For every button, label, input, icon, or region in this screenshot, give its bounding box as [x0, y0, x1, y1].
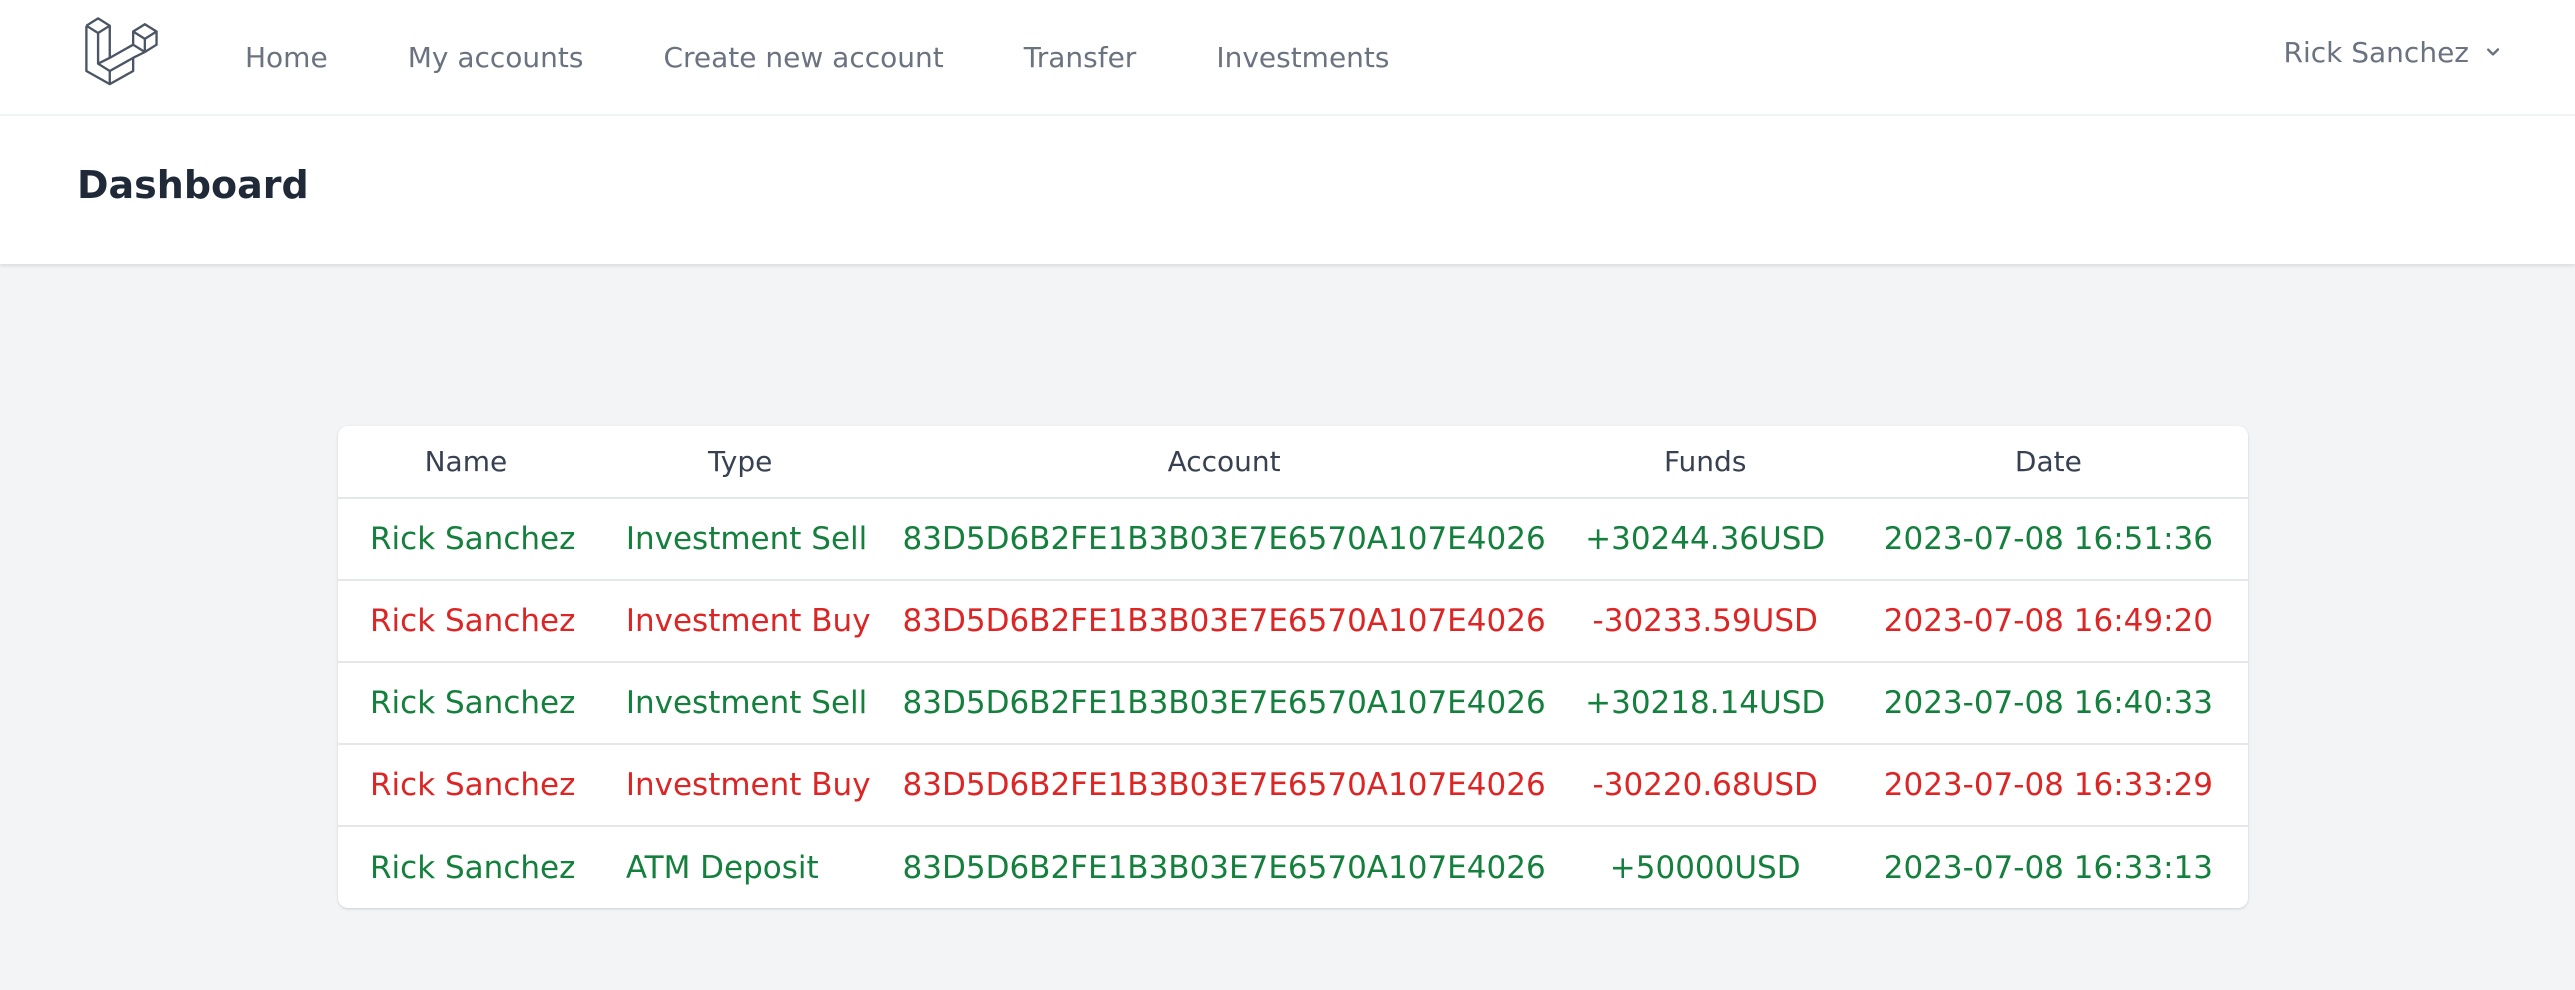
cell-funds: +30244.36USD — [1585, 521, 1826, 557]
table-row: Rick Sanchez Investment Buy 83D5D6B2FE1B… — [338, 580, 2248, 662]
cell-name: Rick Sanchez — [370, 685, 576, 721]
cell-name: Rick Sanchez — [370, 849, 576, 886]
nav-link-transfer[interactable]: Transfer — [1024, 44, 1137, 72]
nav-link-create-new-account[interactable]: Create new account — [663, 44, 943, 72]
transactions-card: Name Type Account Funds Date Rick Sanche… — [338, 426, 2248, 908]
column-header-name: Name — [424, 445, 508, 478]
column-header-type: Type — [708, 445, 773, 478]
top-navigation: Home My accounts Create new account Tran… — [0, 0, 2575, 116]
cell-type: Investment Buy — [625, 767, 871, 803]
transactions-body: Rick Sanchez Investment Sell 83D5D6B2FE1… — [338, 498, 2248, 908]
cell-type: Investment Buy — [625, 603, 871, 639]
cell-funds: -30220.68USD — [1592, 767, 1818, 803]
user-name: Rick Sanchez — [2283, 35, 2470, 69]
cell-type: ATM Deposit — [625, 849, 819, 886]
column-header-account: Account — [1167, 445, 1281, 478]
page-title: Dashboard — [77, 163, 309, 207]
nav-links: Home My accounts Create new account Tran… — [245, 0, 1470, 116]
nav-link-my-accounts[interactable]: My accounts — [408, 44, 584, 72]
cell-date: 2023-07-08 16:33:13 — [1883, 849, 2213, 886]
cell-date: 2023-07-08 16:40:33 — [1883, 685, 2213, 721]
user-menu-button[interactable]: Rick Sanchez — [2284, 0, 2506, 104]
laravel-logo-icon[interactable] — [82, 14, 158, 90]
cell-funds: +50000USD — [1609, 849, 1801, 886]
chevron-down-icon — [2487, 48, 2500, 56]
table-header-row: Name Type Account Funds Date — [338, 426, 2248, 498]
cell-account: 83D5D6B2FE1B3B03E7E6570A107E4026 — [902, 685, 1546, 721]
cell-type: Investment Sell — [625, 685, 868, 721]
cell-account: 83D5D6B2FE1B3B03E7E6570A107E4026 — [902, 767, 1546, 803]
column-header-funds: Funds — [1663, 445, 1747, 478]
table-row: Rick Sanchez Investment Sell 83D5D6B2FE1… — [338, 662, 2248, 744]
cell-name: Rick Sanchez — [370, 767, 576, 803]
page-header: Dashboard — [0, 116, 2575, 264]
column-header-date: Date — [2014, 445, 2082, 478]
cell-funds: +30218.14USD — [1585, 685, 1826, 721]
cell-type: Investment Sell — [625, 521, 868, 557]
table-row: Rick Sanchez ATM Deposit 83D5D6B2FE1B3B0… — [338, 826, 2248, 908]
cell-date: 2023-07-08 16:49:20 — [1883, 603, 2213, 639]
cell-account: 83D5D6B2FE1B3B03E7E6570A107E4026 — [902, 603, 1546, 639]
cell-name: Rick Sanchez — [370, 603, 576, 639]
transactions-table: Name Type Account Funds Date Rick Sanche… — [338, 426, 2248, 908]
cell-funds: -30233.59USD — [1592, 603, 1818, 639]
cell-name: Rick Sanchez — [370, 521, 576, 557]
cell-date: 2023-07-08 16:51:36 — [1883, 521, 2213, 557]
nav-link-investments[interactable]: Investments — [1216, 44, 1389, 72]
table-row: Rick Sanchez Investment Buy 83D5D6B2FE1B… — [338, 744, 2248, 826]
nav-link-home[interactable]: Home — [245, 44, 328, 72]
table-row: Rick Sanchez Investment Sell 83D5D6B2FE1… — [338, 498, 2248, 580]
cell-date: 2023-07-08 16:33:29 — [1883, 767, 2213, 803]
cell-account: 83D5D6B2FE1B3B03E7E6570A107E4026 — [902, 849, 1546, 886]
cell-account: 83D5D6B2FE1B3B03E7E6570A107E4026 — [902, 521, 1546, 557]
